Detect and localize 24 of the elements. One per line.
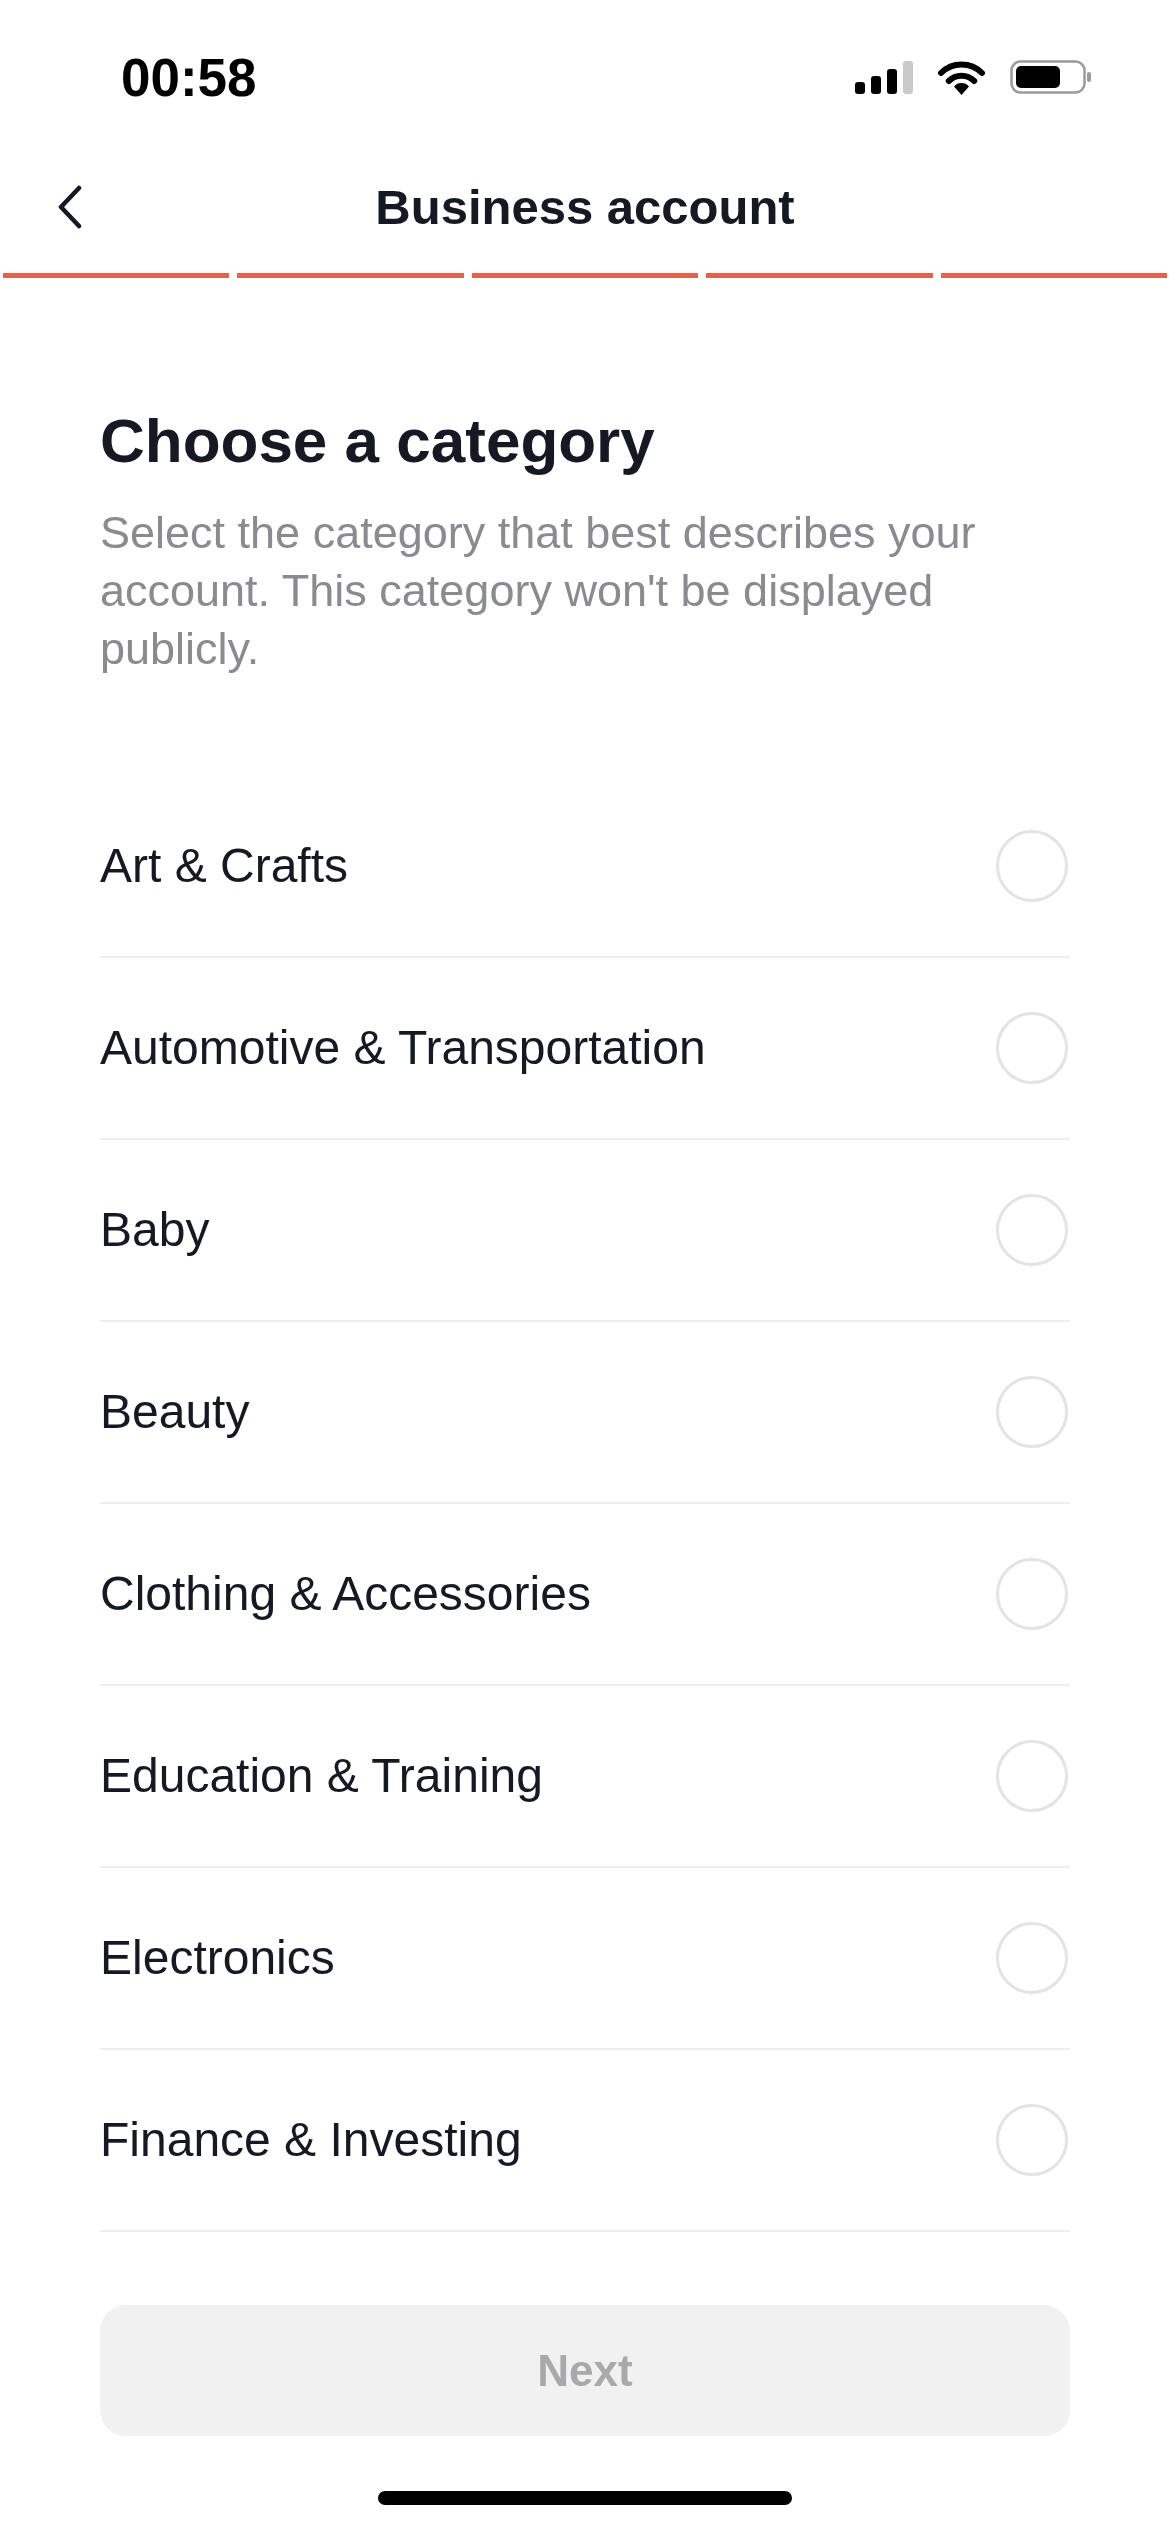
battery-icon <box>1010 60 1091 94</box>
wifi-icon <box>937 59 986 95</box>
category-label: Baby <box>100 1202 210 1258</box>
category-label: Clothing & Accessories <box>100 1566 591 1622</box>
heading: Choose a category <box>100 405 656 477</box>
radio-button[interactable] <box>996 1194 1068 1266</box>
status-time: 00:58 <box>121 50 257 104</box>
category-label: Education & Training <box>100 1748 543 1804</box>
back-icon <box>57 185 83 229</box>
radio-button[interactable] <box>996 2104 1068 2176</box>
radio-button[interactable] <box>996 830 1068 902</box>
category-label: Art & Crafts <box>100 838 349 894</box>
category-label: Finance & Investing <box>100 2112 522 2168</box>
signal-icon <box>855 60 913 94</box>
category-label: Electronics <box>100 1930 335 1986</box>
radio-button[interactable] <box>996 1740 1068 1812</box>
description: Select the category that best describes your account. This category won't be displayed publicly. <box>100 506 977 676</box>
radio-button[interactable] <box>996 1376 1068 1448</box>
category-label: Beauty <box>100 1384 250 1440</box>
page-title: Business account <box>375 179 795 236</box>
radio-button[interactable] <box>996 1558 1068 1630</box>
radio-button[interactable] <box>996 1012 1068 1084</box>
category-label: Automotive & Transportation <box>100 1020 706 1076</box>
radio-button[interactable] <box>996 1922 1068 1994</box>
